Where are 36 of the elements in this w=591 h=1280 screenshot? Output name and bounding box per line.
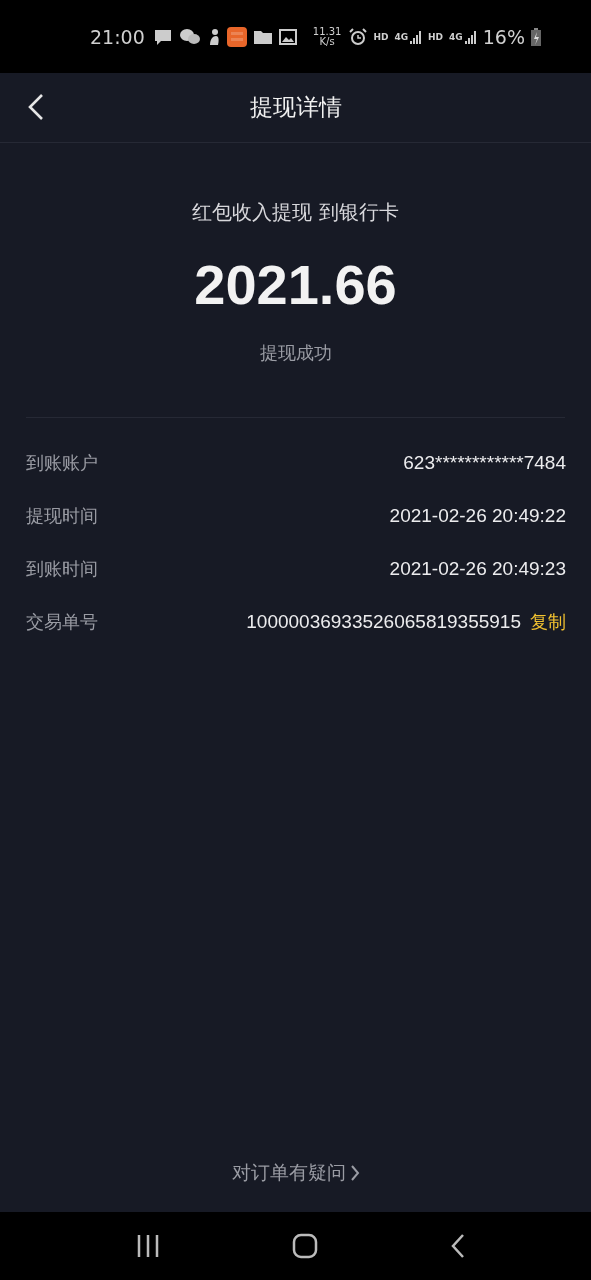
back-icon[interactable] <box>28 93 44 121</box>
recent-apps-icon[interactable] <box>136 1234 161 1258</box>
alarm-icon <box>349 27 368 46</box>
hd-label: HD <box>428 31 444 42</box>
detail-label: 到账时间 <box>26 556 98 581</box>
network-speed: 11.31 <box>312 26 342 37</box>
chevron-right-icon <box>349 1164 360 1182</box>
chat-bubbles-icon <box>178 27 201 46</box>
hd-label: HD <box>373 31 389 42</box>
copy-button[interactable]: 复制 <box>530 609 566 634</box>
signal-icon <box>464 29 477 44</box>
withdrawal-subtitle: 红包收入提现 到银行卡 <box>192 199 399 226</box>
detail-value: 2021-02-26 20:49:23 <box>389 557 566 580</box>
detail-label: 提现时间 <box>26 503 98 528</box>
order-question-link[interactable]: 对订单有疑问 <box>231 1160 360 1186</box>
folder-icon <box>252 28 273 45</box>
page-title: 提现详情 <box>249 93 342 122</box>
message-icon <box>152 27 173 46</box>
back-nav-icon[interactable] <box>450 1233 465 1259</box>
app-logo-icon <box>226 26 247 47</box>
home-icon[interactable] <box>292 1233 319 1259</box>
detail-value: 10000036933526065819355915 <box>246 610 521 633</box>
network-type: 4G <box>449 31 463 42</box>
amount: 2021.66 <box>194 252 397 317</box>
network-type: 4G <box>394 31 409 42</box>
image-icon <box>278 28 297 45</box>
signal-icon <box>410 29 423 44</box>
detail-value: 2021-02-26 20:49:22 <box>389 504 566 527</box>
speed-unit: K/s <box>319 36 335 47</box>
battery-icon <box>531 27 541 46</box>
detail-label: 交易单号 <box>26 609 98 634</box>
battery-percent: 16% <box>482 25 525 48</box>
status-time: 21:00 <box>90 25 145 48</box>
detail-label: 到账账户 <box>26 450 98 475</box>
withdrawal-status: 提现成功 <box>259 341 332 365</box>
detail-value: 623************7484 <box>403 451 566 474</box>
